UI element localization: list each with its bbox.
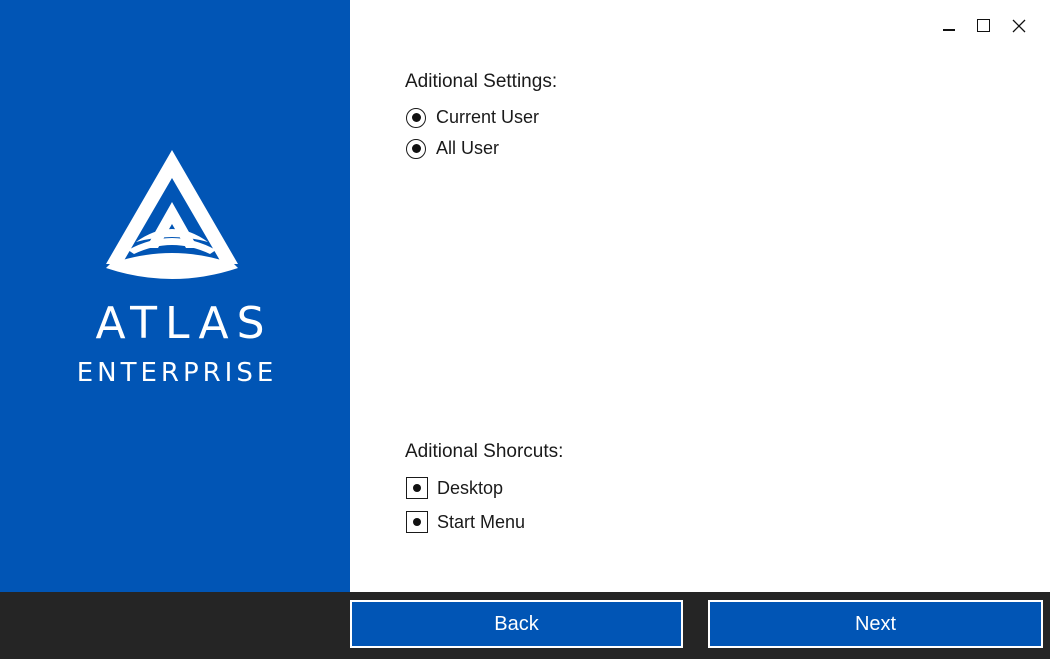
radio-current-user[interactable]: Current User: [406, 107, 539, 128]
radio-label: All User: [436, 138, 500, 158]
checkbox-label: Desktop: [437, 477, 504, 498]
checkbox-checked-indicator: [413, 484, 421, 492]
maximize-icon: [977, 18, 990, 32]
radio-all-user[interactable]: All User: [406, 138, 499, 159]
brand-subtitle: ENTERPRISE: [76, 358, 278, 388]
brand-sidebar: ATLAS ENTERPRISE: [0, 0, 350, 592]
maximize-button[interactable]: [966, 14, 1001, 38]
checkbox-start-menu[interactable]: Start Menu: [406, 511, 525, 533]
radio-selected-indicator: [411, 113, 421, 122]
radio-button[interactable]: [406, 138, 426, 159]
radio-button[interactable]: [406, 107, 426, 128]
minimize-icon: [942, 29, 955, 31]
installer-window: ATLAS ENTERPRISE Aditional Settings: Cur…: [0, 0, 1050, 659]
checkbox-checked-indicator: [413, 518, 421, 526]
radio-selected-indicator: [411, 144, 421, 153]
back-button[interactable]: Back: [350, 600, 683, 648]
footer-bar: Back Next: [0, 592, 1050, 659]
window-controls: [931, 14, 1036, 38]
radio-label: Current User: [436, 107, 540, 127]
shortcuts-title: Aditional Shorcuts:: [405, 441, 564, 462]
next-button[interactable]: Next: [708, 600, 1043, 648]
atlas-logo-icon: [106, 150, 238, 279]
brand-title: ATLAS: [95, 298, 273, 349]
checkbox[interactable]: [406, 511, 428, 533]
minimize-button[interactable]: [931, 14, 966, 38]
settings-title: Aditional Settings:: [405, 71, 558, 92]
close-button[interactable]: [1001, 14, 1036, 38]
checkbox-label: Start Menu: [437, 511, 526, 532]
checkbox[interactable]: [406, 477, 428, 499]
close-icon: [1012, 19, 1025, 33]
checkbox-desktop[interactable]: Desktop: [406, 477, 503, 499]
